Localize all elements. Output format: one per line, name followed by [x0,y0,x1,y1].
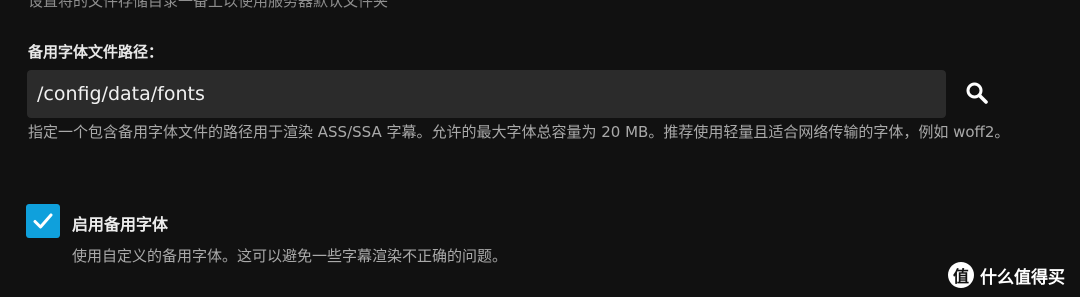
browse-path-button[interactable] [958,74,996,112]
check-icon [33,213,53,229]
watermark-logo: 值 [948,262,974,288]
fallback-font-help-text: 指定一个包含备用字体文件的路径用于渲染 ASS/SSA 字幕。允许的最大字体总容… [28,123,1010,141]
watermark: 值 什么值得买 [948,260,1065,290]
enable-fallback-font-description: 使用自定义的备用字体。这可以避免一些字幕渲染不正确的问题。 [72,247,508,265]
enable-fallback-font-checkbox[interactable] [26,204,60,238]
fallback-font-path-field[interactable] [27,70,946,118]
fallback-font-path-input[interactable] [27,70,946,118]
settings-page: 设置将的文件存储目录一备上以使用服务器默认文件夹 备用字体文件路径： 指定一个包… [0,0,1080,297]
search-icon [966,82,988,104]
previous-help-text: 设置将的文件存储目录一备上以使用服务器默认文件夹 [28,0,389,10]
watermark-text: 什么值得买 [980,267,1065,288]
fallback-font-path-label: 备用字体文件路径： [28,43,164,61]
enable-fallback-font-label[interactable]: 启用备用字体 [72,211,168,235]
